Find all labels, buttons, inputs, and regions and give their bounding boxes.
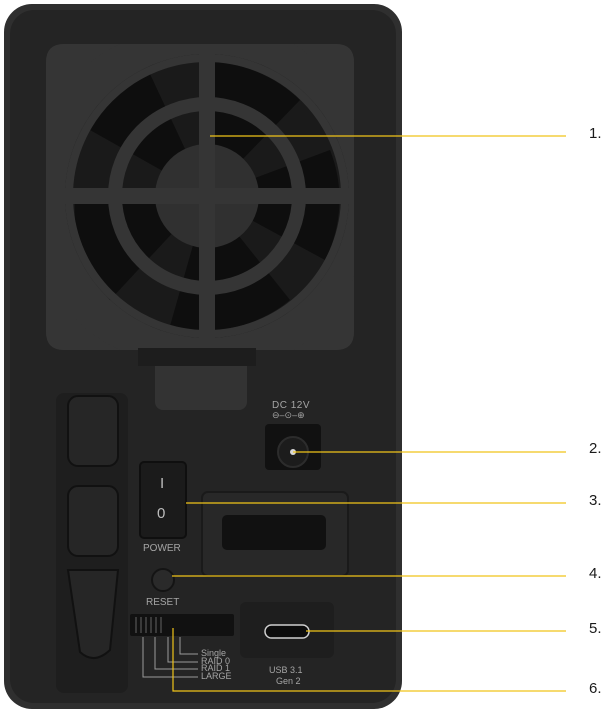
usb-c-port[interactable] [264,624,310,639]
power-switch[interactable] [139,461,187,539]
callout-1: 1. [589,125,602,142]
raid-mode-large: LARGE [201,671,232,681]
callout-6: 6. [589,680,602,697]
polarity-symbol: ⊖–⊙–⊕ [272,410,305,420]
callout-3: 3. [589,492,602,509]
reset-button[interactable] [151,568,175,592]
power-off-mark: 0 [157,505,166,522]
callout-2: 2. [589,440,602,457]
usb-label-line1: USB 3.1 [269,665,303,675]
usb-label-line2: Gen 2 [276,676,301,686]
drive-tray-grip[interactable] [222,515,326,550]
reset-label: RESET [146,597,180,608]
handle-slot-upper [67,395,119,467]
callout-4: 4. [589,565,602,582]
power-on-mark: I [160,475,165,492]
enclosure-rear-panel [4,4,566,709]
power-label: POWER [143,543,181,554]
callout-5: 5. [589,620,602,637]
handle-slot-lower [67,485,119,557]
